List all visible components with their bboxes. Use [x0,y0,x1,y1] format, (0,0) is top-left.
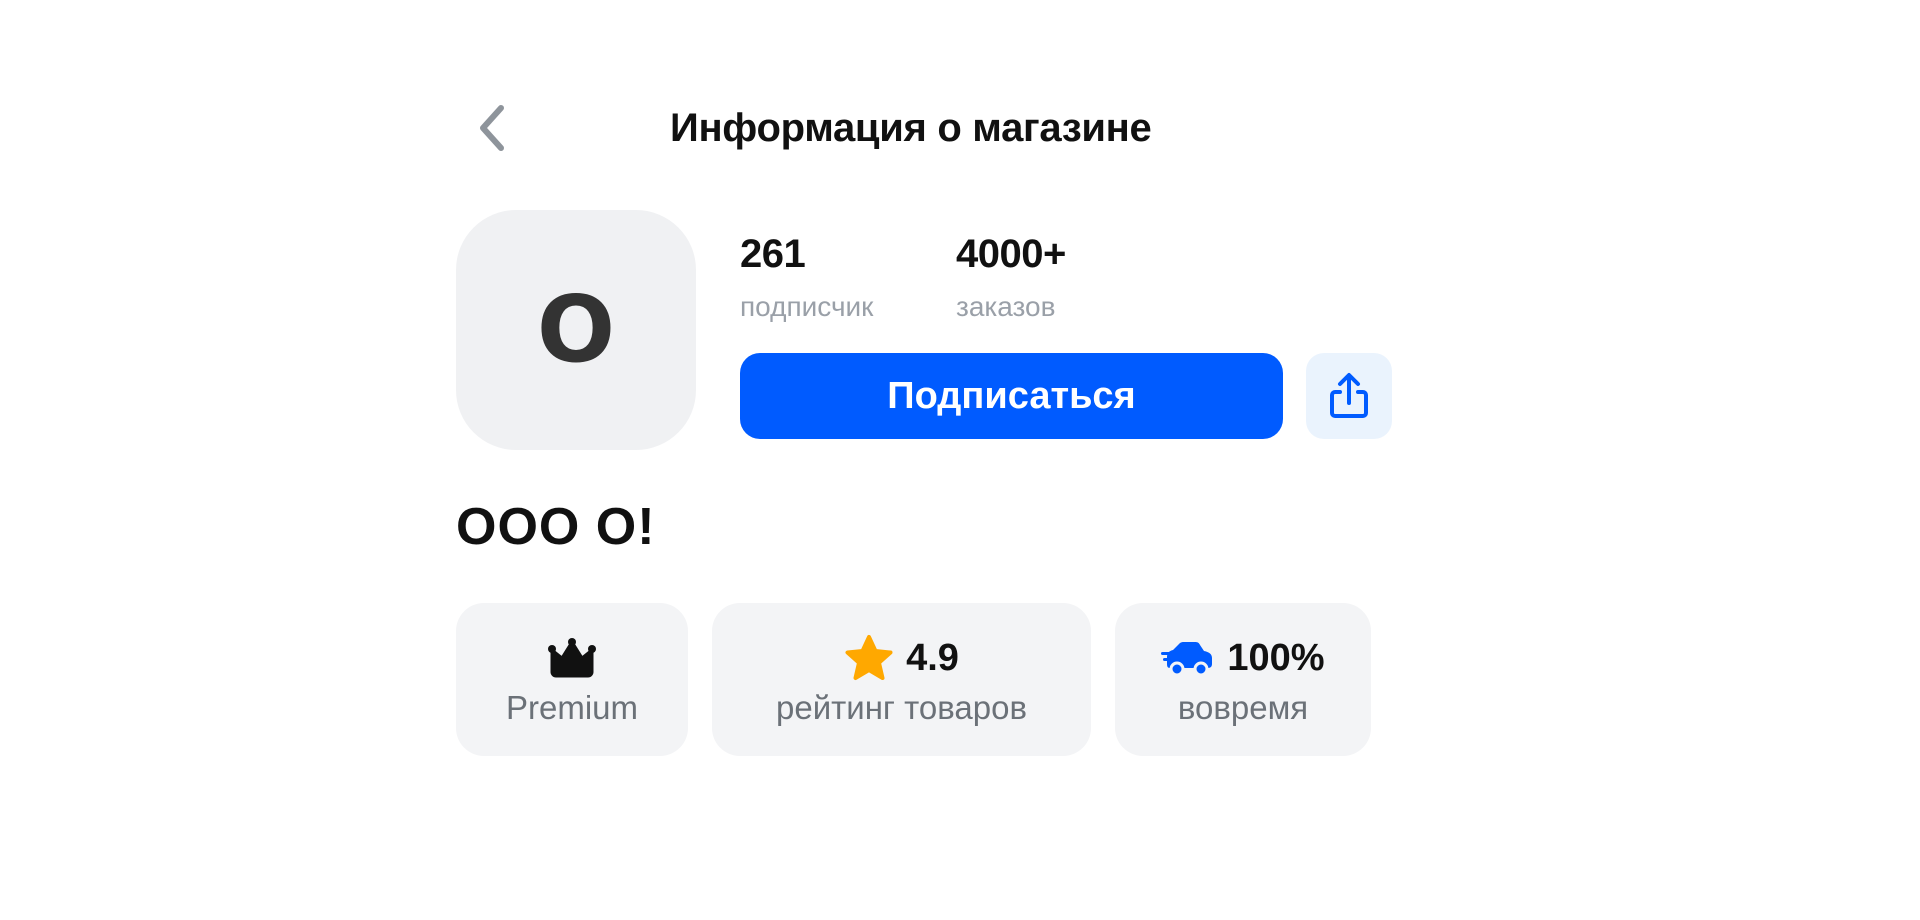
shop-avatar: O [456,210,696,450]
page-title: Информация о магазине [670,106,1152,150]
subscribers-label: подписчик [740,291,874,322]
share-icon [1330,373,1368,418]
rating-value: 4.9 [906,636,959,679]
rating-label: рейтинг товаров [776,688,1027,726]
on-time-value: 100% [1227,636,1325,679]
premium-label: Premium [505,688,639,726]
on-time-badge-top: 100% [1161,632,1325,684]
orders-count: 4000+ [956,232,1066,276]
rating-badge[interactable]: 4.9 рейтинг товаров [712,603,1091,756]
shop-name: ООО О! [456,498,656,556]
on-time-badge[interactable]: 100% вовремя [1115,603,1371,756]
premium-badge[interactable]: Premium [456,603,688,756]
crown-icon [548,637,596,677]
subscribers-stat: 261 подписчик [740,230,873,324]
delivery-car-icon [1161,641,1213,676]
rating-badge-top: 4.9 [844,632,959,684]
orders-label: заказов [956,291,1056,322]
orders-stat: 4000+ заказов [956,230,1066,324]
subscribe-button[interactable]: Подписаться [740,353,1283,439]
on-time-label: вовремя [1177,688,1309,726]
subscribers-count: 261 [740,232,806,276]
star-icon [845,634,893,680]
chevron-left-icon [480,105,504,151]
back-button[interactable] [470,100,514,156]
premium-badge-top [546,632,598,684]
share-button[interactable] [1306,353,1392,439]
avatar-letter: O [536,276,616,383]
